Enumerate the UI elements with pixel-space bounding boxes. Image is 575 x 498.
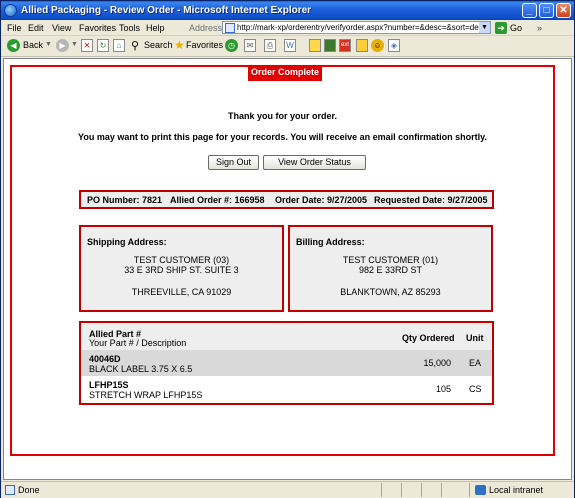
shipping-address-box: Shipping Address: TEST CUSTOMER (03) 33 …: [79, 225, 284, 312]
part-description: BLACK LABEL 3.75 X 6.5: [89, 364, 193, 374]
research-icon[interactable]: ◈: [388, 39, 400, 52]
part-qty: 15,000: [423, 358, 451, 368]
window-title: Allied Packaging - Review Order - Micros…: [21, 5, 312, 16]
menu-view[interactable]: View: [52, 23, 71, 33]
ie-icon: [4, 4, 17, 17]
smiley-icon[interactable]: ☺: [371, 39, 384, 52]
status-divider: [401, 483, 402, 497]
status-divider: [469, 483, 470, 497]
url-text[interactable]: http://mark-xp/orderentry/verifyorder.as…: [237, 23, 479, 32]
header-description: Your Part # / Description: [89, 338, 187, 348]
status-text: Done: [18, 485, 40, 495]
shipping-street: 33 E 3RD SHIP ST. SUITE 3: [124, 265, 239, 275]
favorites-star-icon[interactable]: ★: [174, 38, 185, 52]
table-row: LFHP15S STRETCH WRAP LFHP15S 105 CS: [81, 376, 492, 402]
allied-order-number: Allied Order #: 166958: [170, 195, 265, 205]
part-unit: EA: [469, 358, 482, 368]
back-arrow-icon[interactable]: ◀: [7, 39, 20, 52]
go-button[interactable]: Go: [510, 23, 522, 33]
menu-favorites[interactable]: Favorites: [79, 23, 116, 33]
media-icon[interactable]: ext: [339, 39, 351, 52]
part-qty: 105: [435, 384, 451, 394]
menu-tools[interactable]: Tools: [119, 23, 140, 33]
page-viewport[interactable]: Order Complete Thank you for your order.…: [3, 58, 572, 480]
view-order-status-button[interactable]: View Order Status: [263, 155, 366, 170]
messenger-icon[interactable]: [324, 39, 336, 52]
page-done-icon: [5, 485, 15, 495]
header-qty-ordered: Qty Ordered: [402, 333, 455, 343]
po-number: PO Number: 7821: [87, 195, 163, 205]
favorites-button[interactable]: Favorites: [186, 40, 223, 50]
menu-bar: File Edit View Favorites Tools Help Addr…: [1, 20, 574, 36]
refresh-icon[interactable]: ↻: [97, 39, 109, 52]
part-number: LFHP15S: [89, 380, 129, 390]
search-icon[interactable]: ⚲: [131, 39, 139, 52]
back-button[interactable]: Back: [23, 40, 43, 50]
intranet-zone-icon: [475, 485, 486, 495]
status-divider: [421, 483, 422, 497]
title-bar[interactable]: Allied Packaging - Review Order - Micros…: [1, 1, 574, 20]
go-arrow-icon[interactable]: ➔: [495, 22, 507, 34]
maximize-button[interactable]: □: [539, 3, 554, 18]
security-zone: Local intranet: [489, 485, 544, 495]
order-frame: Order Complete Thank you for your order.…: [10, 65, 555, 456]
billing-address-box: Billing Address: TEST CUSTOMER (01) 982 …: [288, 225, 493, 312]
status-bar: Done Local intranet: [1, 481, 574, 498]
home-icon[interactable]: ⌂: [113, 39, 125, 52]
status-divider: [441, 483, 442, 497]
billing-heading: Billing Address:: [296, 237, 365, 247]
toolbar: ◀ Back ▼ ▶ ▼ ✕ ↻ ⌂ ⚲ Search ★ Favorites …: [1, 36, 574, 57]
address-bar[interactable]: http://mark-xp/orderentry/verifyorder.as…: [222, 21, 491, 34]
shipping-city: THREEVILLE, CA 91029: [131, 287, 232, 297]
order-summary-bar: PO Number: 7821 Allied Order #: 166958 O…: [79, 190, 494, 209]
stop-icon[interactable]: ✕: [81, 39, 93, 52]
forward-dropdown-icon[interactable]: ▼: [71, 41, 78, 48]
address-label: Address: [189, 23, 223, 33]
header-unit: Unit: [466, 333, 484, 343]
parts-table-header: Allied Part # Your Part # / Description …: [81, 323, 492, 350]
history-icon[interactable]: ◷: [225, 39, 238, 52]
menu-file[interactable]: File: [7, 23, 22, 33]
close-button[interactable]: ✕: [556, 3, 571, 18]
order-complete-banner: Order Complete: [248, 65, 322, 81]
billing-city: BLANKTOWN, AZ 85293: [340, 287, 441, 297]
tool-icon[interactable]: [356, 39, 368, 52]
minimize-button[interactable]: _: [522, 3, 537, 18]
order-date: Order Date: 9/27/2005: [275, 195, 368, 205]
menu-help[interactable]: Help: [146, 23, 165, 33]
browser-window: Allied Packaging - Review Order - Micros…: [0, 0, 575, 498]
billing-street: 982 E 33RD ST: [358, 265, 423, 275]
edit-icon[interactable]: W: [284, 39, 296, 52]
toolbar-chevron[interactable]: »: [537, 23, 542, 33]
search-button[interactable]: Search: [144, 40, 173, 50]
page-icon: [225, 23, 235, 33]
folder-icon[interactable]: [309, 39, 321, 52]
shipping-name: TEST CUSTOMER (03): [133, 255, 230, 265]
billing-name: TEST CUSTOMER (01): [342, 255, 439, 265]
status-divider: [381, 483, 382, 497]
part-number: 40046D: [89, 354, 121, 364]
table-row: 40046D BLACK LABEL 3.75 X 6.5 15,000 EA: [81, 350, 492, 376]
mail-icon[interactable]: ✉: [244, 39, 256, 52]
shipping-heading: Shipping Address:: [87, 237, 167, 247]
parts-table: Allied Part # Your Part # / Description …: [79, 321, 494, 405]
print-icon[interactable]: ⎙: [264, 39, 276, 52]
menu-edit[interactable]: Edit: [28, 23, 44, 33]
part-description: STRETCH WRAP LFHP15S: [89, 390, 203, 400]
sign-out-button[interactable]: Sign Out: [208, 155, 259, 170]
thanks-message: Thank you for your order.: [227, 111, 337, 121]
address-dropdown-icon[interactable]: ▼: [479, 22, 490, 33]
part-unit: CS: [469, 384, 482, 394]
back-dropdown-icon[interactable]: ▼: [45, 41, 52, 48]
requested-date: Requested Date: 9/27/2005: [374, 195, 488, 205]
forward-arrow-icon[interactable]: ▶: [56, 39, 69, 52]
print-message: You may want to print this page for your…: [78, 132, 487, 142]
